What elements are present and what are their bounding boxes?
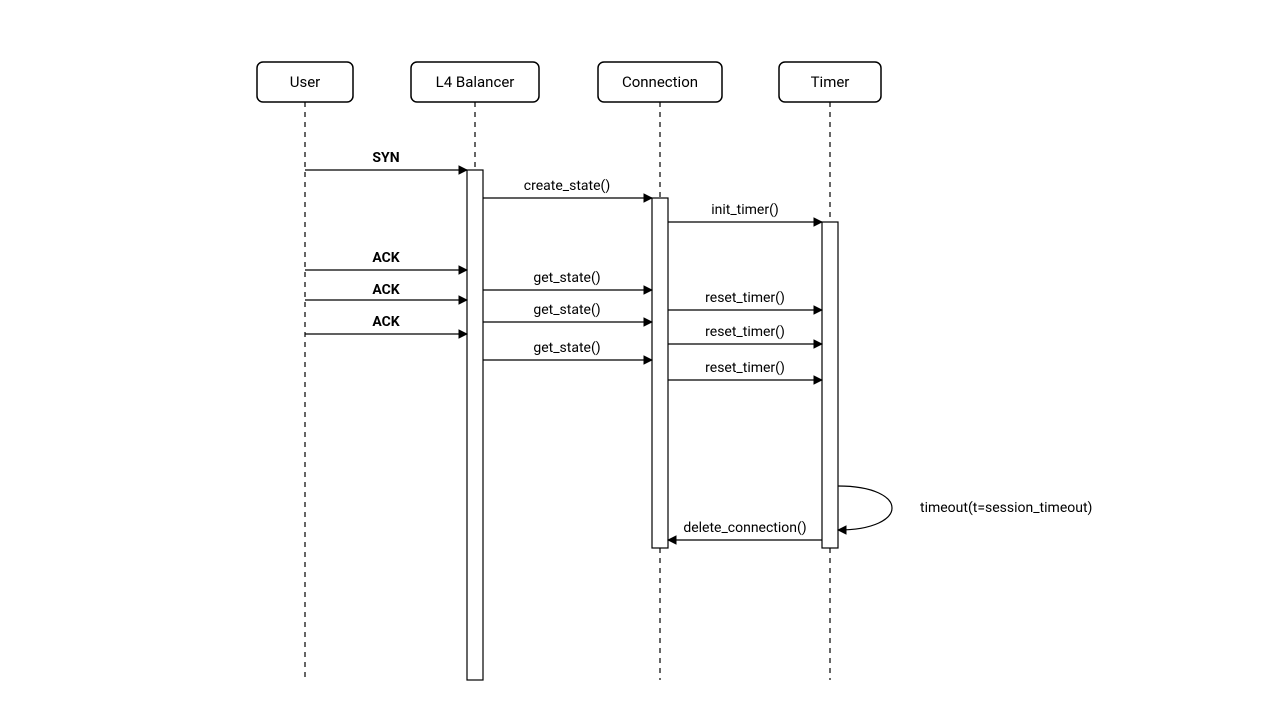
label-syn: SYN [372, 150, 399, 166]
actor-connection-label: Connection [622, 73, 698, 91]
label-get-state-1: get_state() [533, 270, 600, 286]
label-get-state-2: get_state() [533, 302, 600, 318]
actor-balancer-label: L4 Balancer [436, 73, 515, 91]
activation-timer [822, 222, 838, 548]
actor-connection: Connection [598, 62, 722, 102]
label-reset-timer-3: reset_timer() [705, 360, 785, 376]
actor-user-label: User [290, 73, 321, 91]
actor-user: User [257, 62, 353, 102]
arrow-timeout-self [838, 486, 892, 530]
label-reset-timer-2: reset_timer() [705, 324, 785, 340]
actor-timer-label: Timer [811, 73, 850, 91]
label-ack-1: ACK [372, 250, 399, 266]
label-timeout: timeout(t=session_timeout) [920, 500, 1092, 516]
actor-timer: Timer [779, 62, 881, 102]
actor-balancer: L4 Balancer [411, 62, 539, 102]
activation-connection [652, 198, 668, 548]
label-get-state-3: get_state() [533, 340, 600, 356]
activation-balancer [467, 170, 483, 680]
label-ack-2: ACK [372, 282, 399, 298]
sequence-diagram: User L4 Balancer Connection Timer SYN cr… [0, 0, 1280, 720]
label-ack-3: ACK [372, 314, 399, 330]
label-init-timer: init_timer() [711, 202, 779, 218]
label-create-state: create_state() [524, 178, 610, 194]
label-reset-timer-1: reset_timer() [705, 290, 785, 306]
label-delete-connection: delete_connection() [683, 520, 806, 536]
